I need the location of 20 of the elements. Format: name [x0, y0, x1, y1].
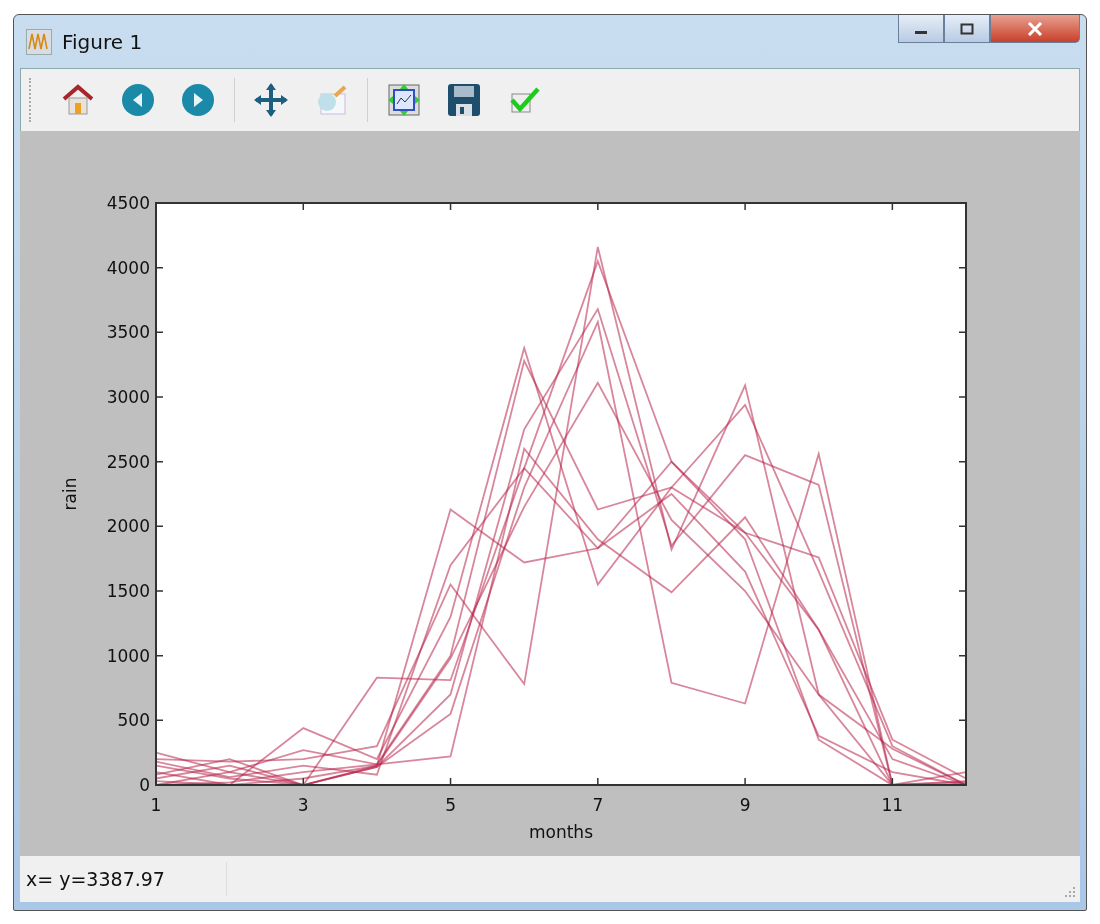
y-tick-label: 500	[117, 710, 150, 731]
x-tick-label: 5	[445, 795, 456, 815]
y-tick-label: 3500	[106, 322, 150, 343]
y-tick-label: 3000	[106, 387, 150, 407]
x-tick-label: 1	[150, 795, 162, 815]
y-tick-label: 1500	[106, 581, 150, 601]
y-tick-label: 4500	[106, 193, 150, 213]
y-tick-label: 0	[139, 775, 150, 795]
y-tick-label: 4000	[106, 257, 150, 278]
y-axis-label: rain	[60, 477, 80, 511]
y-tick-label: 2500	[106, 451, 150, 472]
window-title: Figure 1	[62, 29, 143, 54]
x-tick-label: 9	[739, 795, 751, 815]
x-tick-label: 3	[297, 795, 309, 815]
status-text: x= y=3387.97	[25, 868, 166, 890]
y-tick-label: 1000	[106, 645, 150, 666]
x-axis-label: months	[529, 822, 593, 842]
y-tick-label: 2000	[106, 516, 150, 537]
x-tick-label: 11	[881, 795, 904, 815]
x-tick-label: 7	[592, 795, 604, 815]
